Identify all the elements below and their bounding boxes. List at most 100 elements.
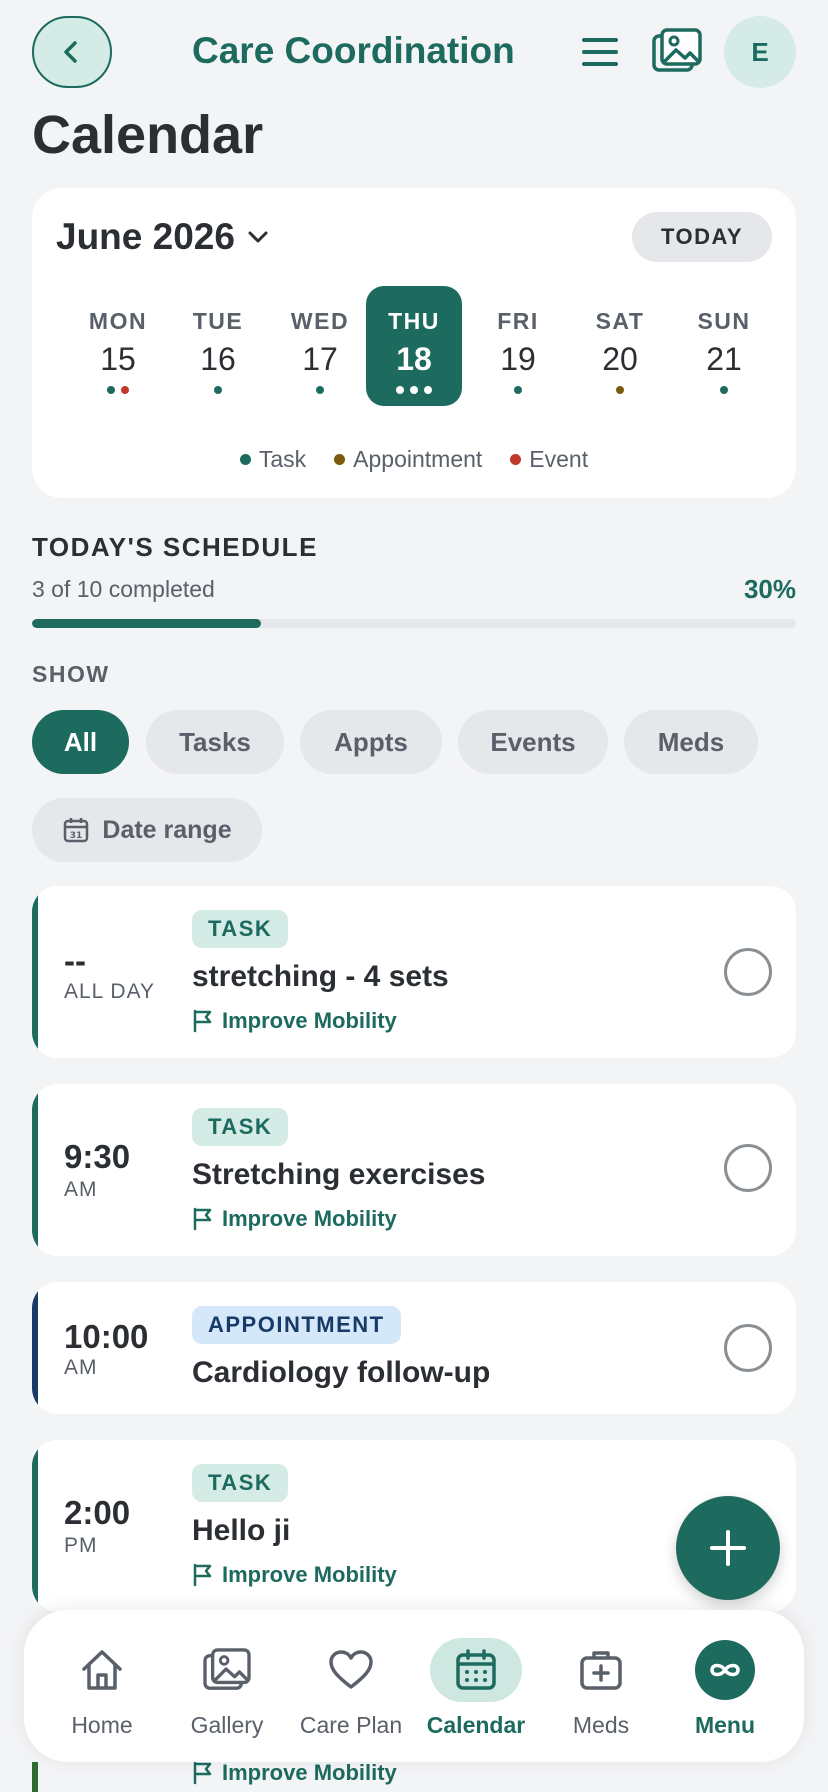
day-dots	[366, 386, 462, 394]
home-icon	[56, 1638, 148, 1702]
complete-checkbox[interactable]	[724, 948, 772, 996]
item-title: Cardiology follow-up	[192, 1356, 491, 1389]
nav-gallery[interactable]: Gallery	[172, 1638, 282, 1748]
item-color-bar	[32, 1084, 38, 1256]
task-dot	[316, 386, 324, 394]
item-goal: Improve Mobility	[192, 1008, 397, 1034]
item-time: --	[64, 942, 86, 979]
legend-event: Event	[510, 446, 588, 473]
legend-appointment: Appointment	[334, 446, 482, 473]
filter-meds[interactable]: Meds	[624, 710, 758, 774]
day-number: 19	[500, 341, 536, 377]
day-of-week: THU	[388, 308, 440, 334]
item-type-badge: TASK	[192, 910, 289, 948]
filter-tasks[interactable]: Tasks	[146, 710, 284, 774]
schedule-item[interactable]: 9:30 AM TASK Stretching exercises Improv…	[32, 1084, 796, 1256]
item-color-bar	[32, 1440, 38, 1612]
nav-label: Gallery	[190, 1712, 264, 1738]
schedule-progress-bar	[32, 619, 796, 628]
week-calendar-card: June 2026 TODAY MON 15 TUE 16 WED 17 THU 18 …	[32, 188, 796, 498]
legend-label: Appointment	[353, 446, 483, 472]
flag-icon	[193, 1207, 212, 1231]
add-button[interactable]	[676, 1496, 780, 1600]
item-time: 10:00	[64, 1318, 149, 1355]
day-of-week: WED	[290, 308, 350, 334]
avatar[interactable]: E	[724, 16, 796, 88]
day-number: 17	[302, 341, 338, 377]
complete-checkbox[interactable]	[724, 1324, 772, 1372]
day-thu[interactable]: THU 18	[366, 286, 462, 406]
day-number: 15	[100, 341, 136, 377]
flag-icon	[193, 1563, 212, 1587]
back-arrow-icon	[64, 41, 77, 63]
schedule-subtitle: 3 of 10 completed	[32, 576, 215, 602]
item-title: Hello ji	[192, 1514, 291, 1547]
schedule-percent: 30%	[743, 574, 796, 604]
date-range-button[interactable]: 31 Date range	[32, 798, 262, 862]
week-days: MON 15 TUE 16 WED 17 THU 18 FRI 19 SAT 20 SUN 2…	[32, 286, 796, 406]
flag-icon	[193, 1761, 212, 1785]
day-number: 16	[200, 341, 236, 377]
day-number: 20	[602, 341, 638, 377]
filter-appts[interactable]: Appts	[300, 710, 442, 774]
item-color-bar	[32, 1762, 38, 1792]
legend-task: Task	[239, 446, 307, 473]
day-of-week: SAT	[595, 308, 645, 334]
svg-text:31: 31	[70, 831, 83, 841]
back-button[interactable]	[32, 16, 112, 88]
goal-label: Improve Mobility	[222, 1562, 397, 1587]
month-selector[interactable]: June 2026	[56, 216, 271, 258]
schedule-item[interactable]: 10:00 AM APPOINTMENT Cardiology follow-u…	[32, 1282, 796, 1414]
day-wed[interactable]: WED 17	[272, 286, 368, 406]
item-ampm: AM	[64, 1356, 98, 1379]
task-dot	[107, 386, 115, 394]
chevron-down-icon	[248, 231, 268, 243]
item-title: Stretching exercises	[192, 1158, 486, 1191]
hamburger-icon[interactable]	[580, 34, 620, 70]
legend-dot	[334, 454, 346, 465]
nav-home[interactable]: Home	[47, 1638, 157, 1748]
appointment-dot	[616, 386, 624, 394]
day-sun[interactable]: SUN 21	[676, 286, 772, 406]
white-dot	[396, 386, 404, 394]
day-dots	[70, 386, 166, 394]
gallery-icon[interactable]	[652, 28, 702, 74]
calendar-icon: 31	[64, 818, 89, 843]
nav-menu[interactable]: Menu	[670, 1638, 780, 1748]
goal-label: Improve Mobility	[222, 1206, 397, 1231]
bottom-navigation: Home Gallery Care Plan Calendar Meds Men…	[24, 1610, 804, 1762]
item-type-badge: TASK	[192, 1464, 289, 1502]
day-tue[interactable]: TUE 16	[170, 286, 266, 406]
nav-label: Menu	[694, 1712, 756, 1738]
app-title: Care Coordination	[192, 30, 515, 71]
legend-label: Task	[258, 446, 307, 472]
item-type-badge: APPOINTMENT	[192, 1306, 401, 1344]
day-number: 18	[396, 341, 432, 377]
today-button[interactable]: TODAY	[632, 212, 772, 262]
infinity-icon	[710, 1663, 740, 1677]
heart-icon	[305, 1638, 397, 1702]
day-sat[interactable]: SAT 20	[572, 286, 668, 406]
schedule-item[interactable]: -- ALL DAY TASK stretching - 4 sets Impr…	[32, 886, 796, 1058]
nav-meds[interactable]: Meds	[546, 1638, 656, 1748]
day-dots	[272, 386, 368, 394]
schedule-title: TODAY'S SCHEDULE	[32, 532, 318, 562]
nav-calendar[interactable]: Calendar	[421, 1638, 531, 1748]
nav-label: Calendar	[426, 1712, 526, 1738]
filter-events[interactable]: Events	[458, 710, 608, 774]
day-fri[interactable]: FRI 19	[470, 286, 566, 406]
nav-label: Meds	[572, 1712, 630, 1738]
task-dot	[720, 386, 728, 394]
item-goal: Improve Mobility	[192, 1760, 397, 1786]
day-of-week: FRI	[497, 308, 539, 334]
item-ampm: PM	[64, 1534, 98, 1557]
medkit-icon	[555, 1638, 647, 1702]
item-ampm: ALL DAY	[64, 980, 156, 1003]
nav-care-plan[interactable]: Care Plan	[296, 1638, 406, 1748]
plus-icon	[710, 1530, 746, 1566]
filter-all[interactable]: All	[32, 710, 129, 774]
day-mon[interactable]: MON 15	[70, 286, 166, 406]
nav-label: Home	[71, 1712, 133, 1738]
white-dot	[424, 386, 432, 394]
complete-checkbox[interactable]	[724, 1144, 772, 1192]
